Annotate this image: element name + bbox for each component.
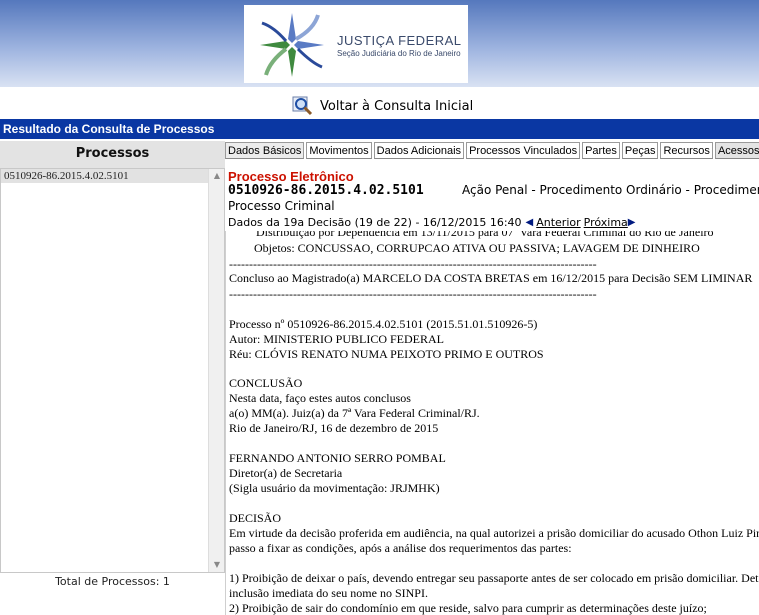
document-line: (Sigla usuário da movimentação: JRJMHK) — [229, 481, 440, 495]
back-to-search-link[interactable]: Voltar à Consulta Inicial — [320, 99, 473, 114]
scroll-up-arrow-icon[interactable]: ▲ — [209, 169, 225, 183]
tab-dados-adicionais[interactable]: Dados Adicionais — [373, 142, 465, 159]
document-line: Em virtude da decisão proferida em audiê… — [229, 526, 759, 540]
total-processes: Total de Processos: 1 — [55, 575, 170, 588]
results-title-bar: Resultado da Consulta de Processos — [0, 119, 759, 139]
process-class: Ação Penal - Procedimento Ordinário - Pr… — [462, 183, 759, 197]
document-line: Diretor(a) de Secretaria — [229, 466, 343, 480]
process-type: Processo Criminal — [228, 199, 335, 213]
tab-pecas[interactable]: Peças — [621, 142, 659, 159]
document-line: 1) Proibição de deixar o país, devendo e… — [229, 571, 759, 585]
processes-heading: Processos — [0, 141, 225, 168]
document-line: Objetos: CONCUSSAO, CORRUPCAO ATIVA OU P… — [254, 241, 700, 255]
processes-list[interactable]: 0510926-86.2015.4.02.5101 ▲ ▼ — [0, 168, 225, 573]
justica-federal-logo: JUSTIÇA FEDERAL Seção Judiciária do Rio … — [244, 5, 468, 83]
document-line: Rio de Janeiro/RJ, 16 de dezembro de 201… — [229, 421, 439, 435]
tab-dados-basicos[interactable]: Dados Básicos — [225, 142, 305, 159]
decision-navigation: Dados da 19a Decisão (19 de 22) - 16/12/… — [228, 216, 636, 229]
process-tabs: Dados Básicos Movimentos Dados Adicionai… — [225, 142, 759, 160]
document-line: Processo nº 0510926-86.2015.4.02.5101 (2… — [229, 317, 538, 331]
scroll-down-arrow-icon[interactable]: ▼ — [209, 558, 225, 572]
next-arrow-icon[interactable]: ▶ — [628, 217, 636, 228]
document-line: a(o) MM(a). Juiz(a) da 7ª Vara Federal C… — [229, 406, 480, 420]
document-line: passo a fixar as condições, após a análi… — [229, 541, 572, 555]
magnifier-icon[interactable] — [292, 95, 314, 117]
site-header: JUSTIÇA FEDERAL Seção Judiciária do Rio … — [0, 0, 759, 87]
document-line: inclusão imediata do seu nome no SINPI. — [229, 586, 428, 600]
document-line: 2) Proibição de sair do condomínio em qu… — [229, 601, 707, 615]
back-to-search[interactable]: Voltar à Consulta Inicial — [292, 94, 473, 118]
decision-info: Dados da 19a Decisão (19 de 22) - 16/12/… — [228, 216, 522, 229]
logo-title: JUSTIÇA FEDERAL — [337, 33, 462, 48]
decision-document[interactable]: Distribuição por Dependência em 13/11/20… — [225, 231, 759, 615]
tab-partes[interactable]: Partes — [582, 142, 620, 159]
tab-movimentos[interactable]: Movimentos — [306, 142, 372, 159]
process-title: Processo Eletrônico — [228, 169, 354, 184]
document-line: Distribuição por Dependência em 13/11/20… — [256, 231, 714, 239]
processes-scrollbar[interactable]: ▲ ▼ — [208, 169, 224, 572]
document-line: ----------------------------------------… — [229, 257, 597, 271]
logo-subtitle: Seção Judiciária do Rio de Janeiro — [337, 49, 461, 58]
document-line: FERNANDO ANTONIO SERRO POMBAL — [229, 451, 446, 465]
previous-arrow-icon[interactable]: ◀ — [526, 217, 534, 228]
document-line: Autor: MINISTERIO PUBLICO FEDERAL — [229, 332, 444, 346]
document-line: Concluso ao Magistrado(a) MARCELO DA COS… — [229, 271, 753, 285]
tab-acessos[interactable]: Acessos — [714, 142, 759, 159]
tab-processos-vinculados[interactable]: Processos Vinculados — [466, 142, 581, 159]
document-line: Nesta data, faço estes autos conclusos — [229, 391, 411, 405]
document-line: ----------------------------------------… — [229, 287, 597, 301]
justica-federal-emblem-icon — [260, 13, 324, 77]
next-decision-link[interactable]: Próxima — [584, 216, 628, 229]
process-number: 0510926-86.2015.4.02.5101 — [228, 183, 424, 198]
document-line: DECISÃO — [229, 511, 282, 525]
previous-decision-link[interactable]: Anterior — [536, 216, 580, 229]
tab-recursos[interactable]: Recursos — [660, 142, 713, 159]
document-line: CONCLUSÃO — [229, 376, 303, 390]
process-list-item[interactable]: 0510926-86.2015.4.02.5101 — [1, 169, 209, 183]
document-line: Réu: CLÓVIS RENATO NUMA PEIXOTO PRIMO E … — [229, 347, 544, 361]
